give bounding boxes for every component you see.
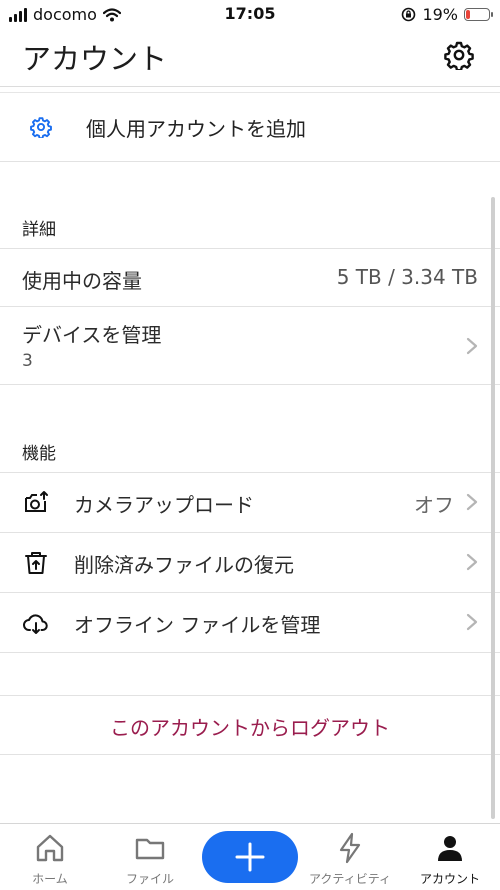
tab-bar: ホーム ファイル アクティビティ アカウント — [0, 823, 500, 890]
tab-activity-label: アクティビティ — [309, 872, 391, 886]
folder-icon — [135, 838, 165, 860]
tab-home[interactable]: ホーム — [0, 824, 100, 890]
offline-files-label: オフライン ファイルを管理 — [74, 613, 321, 637]
tab-files-label: ファイル — [125, 872, 174, 886]
storage-row: 使用中の容量 5 TB / 3.34 TB — [0, 249, 500, 307]
camera-upload-status: オフ — [414, 493, 454, 517]
add-account-label: 個人用アカウントを追加 — [86, 117, 306, 141]
features-section-title: 機能 — [22, 444, 56, 464]
camera-upload-icon — [25, 491, 48, 512]
offline-cloud-icon — [23, 614, 48, 634]
page-title: アカウント — [22, 42, 168, 76]
restore-label: 削除済みファイルの復元 — [74, 553, 294, 577]
restore-deleted-files-row[interactable]: 削除済みファイルの復元 — [0, 533, 500, 593]
camera-upload-row[interactable]: カメラアップロード オフ — [0, 473, 500, 533]
chevron-right-icon — [466, 337, 478, 355]
tab-activity[interactable]: アクティビティ — [300, 824, 400, 890]
storage-label: 使用中の容量 — [22, 269, 142, 293]
devices-label: デバイスを管理 — [22, 323, 162, 347]
chevron-right-icon — [466, 553, 478, 571]
chevron-right-icon — [466, 493, 478, 511]
plus-icon — [235, 842, 265, 872]
person-icon — [438, 836, 462, 861]
camera-upload-label: カメラアップロード — [74, 493, 254, 517]
storage-value: 5 TB / 3.34 TB — [336, 265, 478, 289]
logout-row[interactable]: このアカウントからログアウト — [0, 695, 500, 755]
scrollbar[interactable] — [491, 197, 495, 819]
tab-files[interactable]: ファイル — [100, 824, 200, 890]
battery-percent: 19% — [422, 5, 458, 24]
tab-account-label: アカウント — [419, 872, 480, 886]
manage-offline-files-row[interactable]: オフライン ファイルを管理 — [0, 593, 500, 653]
details-section-title: 詳細 — [22, 220, 56, 240]
restore-trash-icon — [25, 552, 47, 574]
app-header: アカウント — [0, 30, 500, 87]
logout-button[interactable]: このアカウントからログアウト — [0, 712, 500, 741]
devices-count: 3 — [22, 351, 33, 371]
manage-devices-row[interactable]: デバイスを管理 3 — [0, 307, 500, 385]
tab-account[interactable]: アカウント — [400, 824, 500, 890]
orientation-lock-icon — [402, 7, 416, 22]
home-icon — [36, 834, 64, 862]
chevron-right-icon — [466, 613, 478, 631]
lightning-icon — [339, 832, 361, 864]
tab-home-label: ホーム — [32, 872, 68, 886]
add-button[interactable] — [202, 831, 298, 883]
settings-gear-icon[interactable] — [444, 40, 474, 70]
status-right: 19% — [401, 5, 493, 24]
add-personal-account-row[interactable]: 個人用アカウントを追加 — [0, 92, 500, 162]
battery-icon — [464, 8, 493, 21]
status-bar: docomo 17:05 19% — [0, 0, 500, 30]
blue-gear-icon — [30, 117, 52, 138]
